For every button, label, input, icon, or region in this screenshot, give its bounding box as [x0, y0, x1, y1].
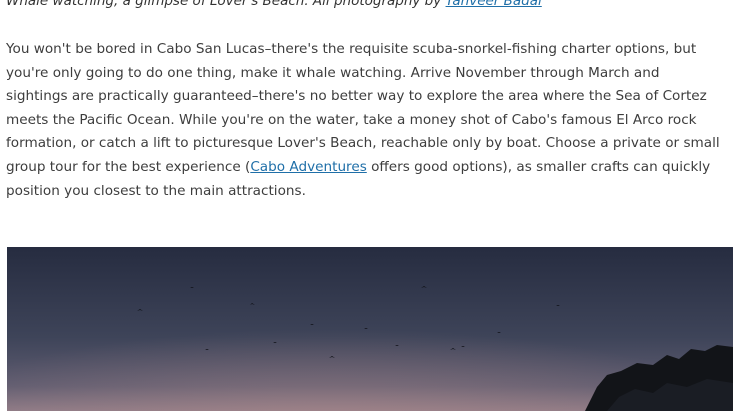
article-content: Whale watching, a glimpse of Lover's Bea…: [0, 0, 743, 411]
photo-caption: Whale watching, a glimpse of Lover's Bea…: [6, 0, 743, 11]
paragraph-line: meets the Pacific Ocean. While you're on…: [6, 111, 697, 128]
whale-watching-photo: [7, 247, 733, 411]
paragraph-text: offers good options), as smaller crafts …: [366, 158, 711, 175]
dusk-sky-image: [7, 247, 733, 411]
photographer-credit-link[interactable]: Tanveer Badal: [446, 0, 542, 9]
caption-text: Whale watching, a glimpse of Lover's Bea…: [6, 0, 446, 9]
paragraph-line: position you closest to the main attract…: [6, 182, 306, 199]
cabo-adventures-link[interactable]: Cabo Adventures: [250, 159, 366, 175]
paragraph-line: sightings are practically guaranteed–the…: [6, 88, 707, 105]
paragraph-line: formation, or catch a lift to picturesqu…: [6, 135, 720, 152]
paragraph-line: you're only going to do one thing, make …: [6, 64, 660, 81]
article-paragraph: You won't be bored in Cabo San Lucas–the…: [6, 38, 743, 203]
paragraph-line: You won't be bored in Cabo San Lucas–the…: [6, 41, 697, 57]
paragraph-text: group tour for the best experience (: [6, 158, 251, 175]
paragraph-line-with-link: group tour for the best experience (Cabo…: [6, 156, 743, 180]
